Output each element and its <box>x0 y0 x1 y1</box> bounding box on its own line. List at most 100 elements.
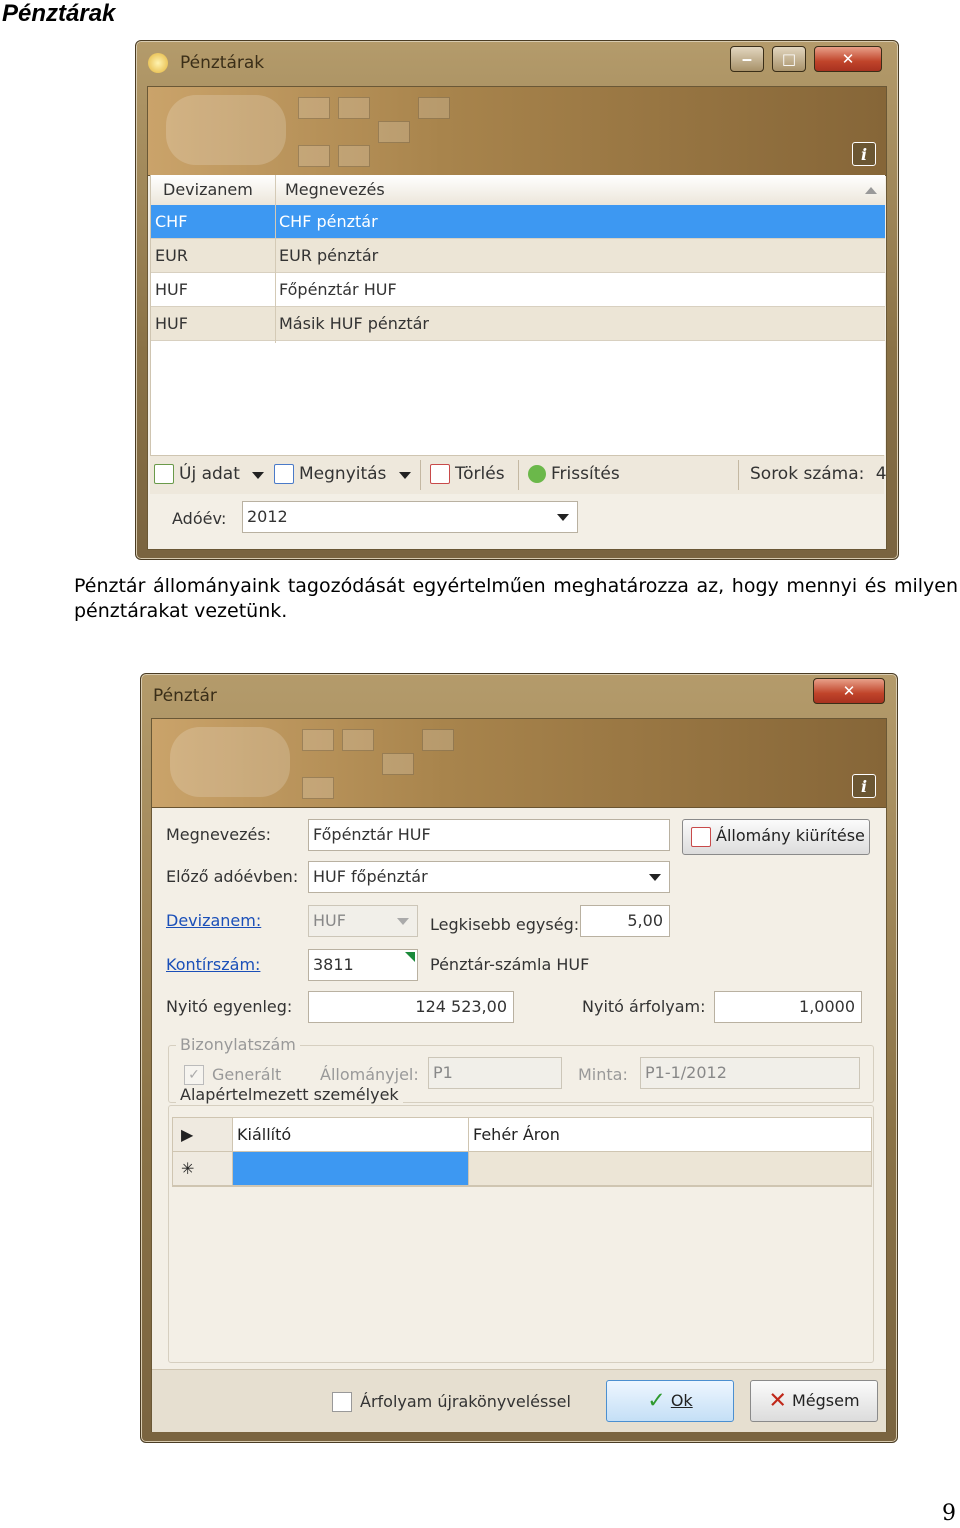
pattern-value: P1-1/2012 <box>645 1063 727 1082</box>
person-cell[interactable]: Fehér Áron <box>469 1118 871 1151</box>
banner-tile <box>338 97 370 119</box>
name-cell: Főpénztár HUF <box>279 280 397 299</box>
table-row[interactable]: HUF Főpénztár HUF <box>151 273 885 307</box>
info-icon[interactable]: i <box>852 774 876 798</box>
column-header-currency[interactable]: Devizanem <box>159 175 269 205</box>
maximize-button[interactable]: □ <box>772 46 806 72</box>
prefix-field: P1 <box>428 1057 562 1089</box>
person-row[interactable]: ✳ <box>173 1152 871 1186</box>
name-label: Megnevezés: <box>166 825 272 844</box>
open-button[interactable]: Megnyitás <box>274 456 386 492</box>
opening-balance-field[interactable]: 124 523,00 <box>308 991 514 1023</box>
opening-rate-label: Nyitó árfolyam: <box>582 997 706 1016</box>
table-row[interactable]: EUR EUR pénztár <box>151 239 885 273</box>
previous-year-select[interactable]: HUF főpénztár <box>308 861 670 893</box>
open-document-icon <box>274 464 294 484</box>
prefix-value: P1 <box>433 1063 453 1082</box>
column-separator <box>275 205 276 343</box>
name-cell: EUR pénztár <box>279 246 379 265</box>
delete-label: Törlés <box>455 464 505 484</box>
account-field[interactable]: 3811 <box>308 949 418 981</box>
row-count-value: 4 <box>875 464 887 484</box>
voucher-group-title: Bizonylatszám <box>176 1035 300 1054</box>
name-cell: Másik HUF pénztár <box>279 314 429 333</box>
persons-group-title: Alapértelmezett személyek <box>176 1085 403 1104</box>
clear-register-label: Állomány kiürítése <box>716 826 865 845</box>
banner-tile <box>378 121 410 143</box>
banner-logo <box>170 727 290 797</box>
column-divider <box>275 175 276 205</box>
toolbar-separator <box>738 460 739 490</box>
new-item-dropdown-icon[interactable] <box>252 472 264 479</box>
currency-link[interactable]: Devizanem: <box>166 911 261 930</box>
cancel-x-icon: ✕ <box>768 1388 787 1414</box>
role-cell[interactable]: Kiállító <box>233 1118 469 1151</box>
ok-button[interactable]: ✓ Ok <box>606 1380 734 1422</box>
dialog-title: Pénztár <box>153 686 217 706</box>
refresh-button[interactable]: Frissítés <box>528 456 620 492</box>
currency-cell: HUF <box>155 314 188 333</box>
currency-select: HUF <box>308 905 418 937</box>
account-link[interactable]: Kontírszám: <box>166 955 260 974</box>
sort-ascending-icon <box>865 187 877 194</box>
min-unit-label: Legkisebb egység: <box>430 915 580 934</box>
body-paragraph-line1: Pénztár állományaink tagozódását egyérte… <box>74 575 958 597</box>
column-header-name[interactable]: Megnevezés <box>281 175 681 205</box>
page-heading: Pénztárak <box>2 0 116 27</box>
banner-tile <box>302 777 334 799</box>
opening-balance-value: 124 523,00 <box>415 997 507 1016</box>
person-cell[interactable] <box>469 1152 871 1185</box>
banner-tile <box>342 729 374 751</box>
body-paragraph-line2: pénztárakat vezetünk. <box>74 600 288 622</box>
close-button[interactable]: ✕ <box>814 46 882 72</box>
cancel-button[interactable]: ✕ Mégsem <box>750 1380 878 1422</box>
cash-register-grid: Devizanem Megnevezés CHF CHF pénztár EUR EU… <box>150 175 885 455</box>
refresh-label: Frissítés <box>551 464 620 484</box>
pattern-field: P1-1/2012 <box>640 1057 860 1089</box>
name-cell: CHF pénztár <box>279 212 378 231</box>
min-unit-field[interactable]: 5,00 <box>580 905 670 937</box>
opening-rate-field[interactable]: 1,0000 <box>714 991 862 1023</box>
tax-year-value: 2012 <box>247 507 288 526</box>
clear-register-button[interactable]: Állomány kiürítése <box>682 819 870 855</box>
refresh-icon <box>528 465 546 483</box>
new-item-button[interactable]: Új adat <box>154 456 240 492</box>
row-count: Sorok száma: 4 <box>750 456 887 492</box>
account-description: Pénztár-számla HUF <box>430 955 590 974</box>
window-title: Pénztárak <box>180 53 265 73</box>
ok-label: Ok <box>670 1391 693 1410</box>
window-icon <box>148 53 168 73</box>
close-button[interactable]: ✕ <box>813 678 885 704</box>
minimize-button[interactable]: ‒ <box>730 46 764 72</box>
delete-document-icon <box>430 464 450 484</box>
chevron-down-icon <box>557 514 569 521</box>
info-icon[interactable]: i <box>852 142 876 166</box>
tax-year-select[interactable]: 2012 <box>242 501 578 533</box>
currency-value: HUF <box>313 911 346 930</box>
chevron-down-icon <box>649 874 661 881</box>
account-indicator-icon <box>405 952 415 962</box>
banner-tile <box>298 145 330 167</box>
banner-logo <box>166 95 286 165</box>
prefix-label: Állományjel: <box>320 1065 419 1084</box>
revalue-checkbox[interactable] <box>332 1392 352 1412</box>
grid-body: CHF CHF pénztár EUR EUR pénztár HUF Főpénztár… <box>151 205 885 341</box>
currency-cell: HUF <box>155 280 188 299</box>
table-row[interactable]: HUF Másik HUF pénztár <box>151 307 885 341</box>
delete-button[interactable]: Törlés <box>430 456 505 492</box>
banner-tile <box>302 729 334 751</box>
opening-rate-value: 1,0000 <box>799 997 855 1016</box>
pattern-label: Minta: <box>578 1065 628 1084</box>
table-row[interactable]: CHF CHF pénztár <box>151 205 885 239</box>
dialog-client-area: i Megnevezés: Főpénztár HUF Állomány kiü… <box>151 718 887 1432</box>
row-marker-icon: ▶ <box>173 1118 233 1151</box>
person-row[interactable]: ▶ Kiállító Fehér Áron <box>173 1118 871 1152</box>
open-dropdown-icon[interactable] <box>399 472 411 479</box>
generated-checkbox: ✓ <box>184 1065 204 1085</box>
page-number: 9 <box>942 1501 956 1526</box>
role-cell[interactable] <box>233 1152 469 1185</box>
name-field[interactable]: Főpénztár HUF <box>308 819 670 851</box>
clear-register-icon <box>691 826 711 847</box>
cash-register-dialog: Pénztár ✕ i Megnevezés: Főpénztár HUF Ál… <box>140 673 898 1443</box>
tax-year-label: Adóév: <box>172 509 227 528</box>
